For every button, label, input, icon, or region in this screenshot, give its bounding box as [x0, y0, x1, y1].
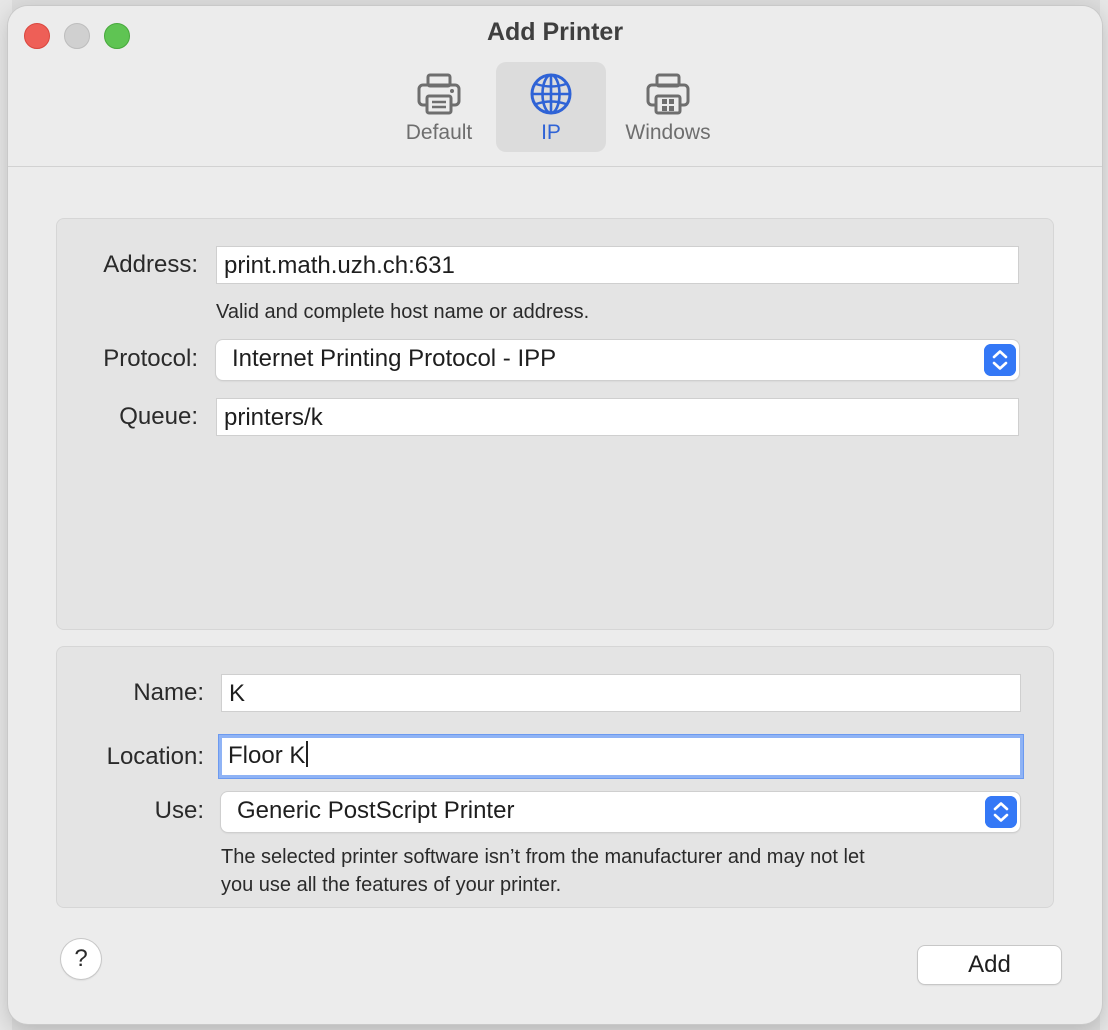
queue-label: Queue: — [119, 403, 198, 430]
tab-ip-label: IP — [541, 121, 561, 144]
text-caret — [306, 741, 309, 767]
add-button[interactable]: Add — [918, 946, 1061, 984]
address-hint: Valid and complete host name or address. — [216, 301, 590, 323]
help-button[interactable]: ? — [61, 939, 101, 979]
tab-windows-label: Windows — [625, 121, 711, 144]
tab-ip[interactable]: IP — [496, 62, 606, 152]
protocol-label: Protocol: — [103, 345, 198, 372]
tab-default[interactable]: Default — [393, 62, 485, 152]
use-label: Use: — [154, 797, 204, 824]
printer-icon — [417, 73, 461, 115]
windows-printer-icon — [646, 73, 690, 115]
window-title: Add Printer — [486, 18, 624, 46]
location-field[interactable]: Floor K — [219, 735, 1023, 778]
location-label: Location: — [106, 743, 204, 770]
globe-icon — [530, 73, 572, 115]
use-select[interactable]: Generic PostScript Printer — [221, 792, 1020, 832]
chevron-updown-icon — [985, 796, 1017, 828]
toolbar: Add Printer Default IP Windows — [8, 6, 1102, 167]
protocol-select-value: Internet Printing Protocol - IPP — [232, 345, 557, 372]
tab-default-label: Default — [405, 121, 473, 144]
tab-windows[interactable]: Windows — [614, 62, 722, 152]
protocol-select[interactable]: Internet Printing Protocol - IPP — [216, 340, 1019, 380]
name-field[interactable]: K — [221, 674, 1021, 712]
chevron-updown-icon — [984, 344, 1016, 376]
queue-field[interactable]: printers/k — [216, 398, 1019, 436]
use-hint: The selected printer software isn’t from… — [221, 843, 865, 899]
location-field-value: Floor K — [228, 742, 306, 769]
use-select-value: Generic PostScript Printer — [237, 797, 515, 824]
use-hint-line-1: The selected printer software isn’t from… — [221, 846, 865, 868]
use-hint-line-2: you use all the features of your printer… — [221, 874, 562, 896]
name-label: Name: — [133, 679, 204, 706]
address-label: Address: — [103, 251, 198, 278]
address-field[interactable]: print.math.uzh.ch:631 — [216, 246, 1019, 284]
add-printer-window: Add Printer Default IP Windows Address: … — [8, 6, 1102, 1024]
